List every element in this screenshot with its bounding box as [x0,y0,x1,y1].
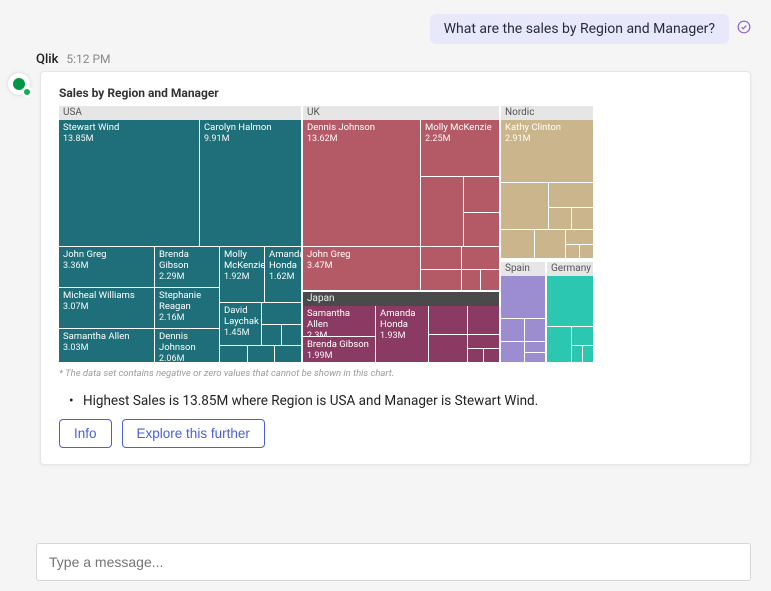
treemap-cell[interactable] [549,208,571,229]
treemap-cell[interactable] [468,349,483,362]
user-message-bubble: What are the sales by Region and Manager… [430,14,729,44]
treemap-cell[interactable] [262,303,301,324]
treemap-cell[interactable] [566,245,579,258]
treemap-cell[interactable]: Dennis Johnson 2.06M [155,329,219,362]
treemap-cell[interactable] [501,230,534,258]
treemap-cell[interactable]: Carolyn Halmon 9.91M [200,120,301,246]
bot-timestamp: 5:12 PM [66,52,110,66]
region-header-germany[interactable]: Germany [547,262,593,276]
treemap-cell[interactable] [282,325,301,345]
treemap-cell[interactable] [468,306,499,334]
treemap-cell[interactable] [572,346,582,362]
treemap-cell[interactable] [501,319,524,341]
presence-available-icon [22,87,32,97]
info-button[interactable]: Info [59,419,112,448]
treemap-cell[interactable] [572,327,593,345]
treemap-cell[interactable] [248,346,274,362]
treemap-cell[interactable]: Samantha Allen 2.3M [303,306,375,336]
treemap-cell[interactable]: Brenda Gibson 1.99M [303,337,375,362]
insight-text: Highest Sales is 13.85M where Region is … [83,393,728,409]
treemap-cell[interactable]: Molly McKenzie 2.25M [421,120,499,176]
treemap-cell[interactable] [580,245,593,258]
treemap-cell[interactable]: Samantha Allen 3.03M [59,329,154,362]
treemap-cell[interactable] [421,270,461,290]
treemap-cell[interactable] [583,346,593,362]
treemap-cell[interactable] [220,346,247,362]
region-header-spain[interactable]: Spain [501,262,545,276]
chart-title: Sales by Region and Manager [59,86,732,100]
treemap-cell[interactable]: Kathy Clinton 2.91M [501,120,593,182]
bot-name: Qlik [36,52,58,67]
treemap-cell[interactable] [535,230,565,258]
treemap-cell[interactable] [525,319,545,341]
treemap-cell[interactable] [421,247,461,269]
treemap-cell[interactable] [501,276,545,318]
treemap-cell[interactable]: John Greg 3.36M [59,247,154,287]
treemap-cell[interactable] [429,306,467,334]
treemap-cell[interactable] [429,335,467,362]
treemap-cell[interactable]: Amanda Honda 1.93M [376,306,428,362]
treemap-cell[interactable] [464,213,499,246]
treemap-cell[interactable]: Molly McKenzie 1.92M [220,247,264,302]
chart-footnote: * The data set contains negative or zero… [59,368,732,379]
treemap-cell[interactable] [462,247,499,269]
treemap-cell[interactable] [481,270,499,290]
region-header-japan[interactable]: Japan [303,292,499,306]
region-header-nordic[interactable]: Nordic [501,106,593,120]
region-header-uk[interactable]: UK [303,106,499,120]
treemap-cell[interactable] [549,183,593,207]
treemap-cell[interactable]: John Greg 3.47M [303,247,420,290]
treemap-cell[interactable] [262,325,281,345]
bot-response-card: Sales by Region and Manager USA Stewart … [40,71,751,465]
treemap-cell[interactable] [275,346,301,362]
treemap-cell[interactable]: David Laychak 1.45M [220,303,261,345]
treemap-cell[interactable]: Stephanie Reagan 2.16M [155,288,219,328]
treemap-cell[interactable] [462,270,480,290]
treemap-cell[interactable]: Micheal Williams 3.07M [59,288,154,328]
avatar [8,73,30,95]
treemap-cell[interactable] [468,335,499,348]
region-header-usa[interactable]: USA [59,106,301,120]
treemap-cell[interactable] [464,177,499,212]
read-receipt-icon [737,20,751,38]
treemap-cell[interactable] [547,327,571,362]
treemap-cell[interactable] [501,183,548,229]
treemap-cell[interactable] [566,230,593,244]
treemap-cell[interactable]: Amanda Honda 1.62M [265,247,301,302]
treemap-cell[interactable]: Brenda Gibson 2.29M [155,247,219,287]
treemap-cell[interactable]: Stewart Wind 13.85M [59,120,199,246]
treemap-chart[interactable]: USA Stewart Wind 13.85M Carolyn Halmon 9… [59,106,593,362]
treemap-cell[interactable] [525,353,545,362]
treemap-cell[interactable] [572,208,593,229]
treemap-cell[interactable] [501,342,524,362]
treemap-cell[interactable] [484,349,499,362]
treemap-cell[interactable] [547,276,593,326]
treemap-cell[interactable]: Dennis Johnson 13.62M [303,120,420,246]
message-input[interactable] [36,543,751,581]
treemap-cell[interactable] [525,342,545,352]
treemap-cell[interactable] [421,177,463,246]
explore-further-button[interactable]: Explore this further [122,419,265,448]
